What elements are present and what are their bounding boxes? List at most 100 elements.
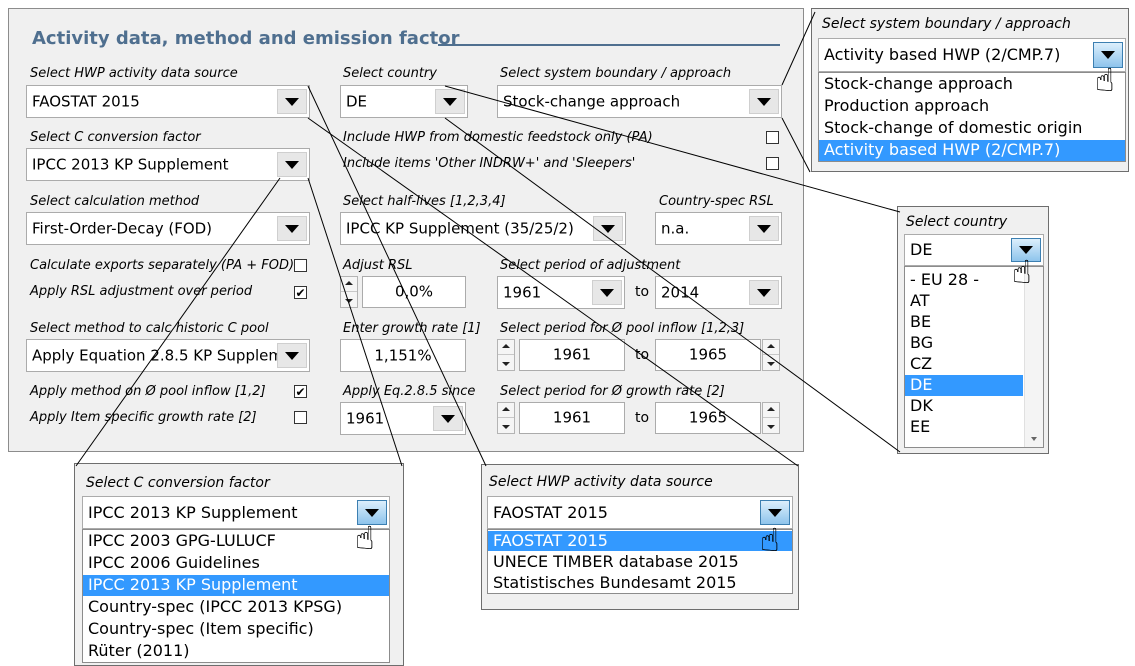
list-item[interactable]: Country-spec (Item specific) [83, 619, 389, 640]
country-label: Select country [343, 66, 437, 81]
period-inflow-to-field[interactable]: 1965 [655, 339, 761, 371]
spin-down-icon[interactable] [763, 355, 779, 370]
list-item[interactable]: Rüter (2011) [83, 641, 389, 662]
exports-separately-checkbox[interactable] [294, 259, 307, 272]
to-label: to [635, 347, 650, 363]
list-item-selected[interactable]: IPCC 2013 KP Supplement [83, 575, 389, 596]
checkmark-icon: ✔ [295, 286, 306, 300]
historic-pool-select[interactable]: Apply Equation 2.8.5 KP Supplem [26, 339, 310, 372]
chevron-down-icon[interactable] [277, 216, 307, 241]
calc-method-select[interactable]: First-Order-Decay (FOD) [26, 212, 310, 245]
half-lives-select[interactable]: IPCC KP Supplement (35/25/2) [340, 212, 626, 245]
rsl-adjustment-checkbox[interactable]: ✔ [294, 286, 307, 299]
hand-pointer-icon: ☝ [1012, 253, 1032, 291]
adjust-rsl-field[interactable]: 0,0% [362, 276, 466, 308]
spin-down-icon[interactable] [498, 418, 514, 433]
boundary-options-list[interactable]: Stock-change approach Production approac… [818, 72, 1126, 162]
country-callout-label: Select country [906, 214, 1008, 230]
period-growth-label: Select period for Ø growth rate [2] [500, 384, 725, 399]
country-rsl-select[interactable]: n.a. [655, 212, 782, 245]
spin-down-icon[interactable] [763, 418, 779, 433]
period-inflow-from-field[interactable]: 1961 [519, 339, 625, 371]
spin-down-icon[interactable] [341, 292, 357, 307]
list-item[interactable]: Production approach [819, 96, 1125, 117]
list-item[interactable]: DK [905, 396, 1043, 417]
country-options-list[interactable]: - EU 28 - AT BE BG CZ DE DK EE [904, 266, 1044, 448]
spin-up-icon[interactable] [498, 340, 514, 355]
chevron-down-icon[interactable] [749, 280, 779, 305]
hwp-source-options-list[interactable]: FAOSTAT 2015 UNECE TIMBER database 2015 … [487, 529, 793, 594]
hwp-source-callout-select[interactable]: FAOSTAT 2015 [487, 496, 793, 529]
item-growth-checkbox[interactable] [294, 411, 307, 424]
list-item[interactable]: BG [905, 333, 1043, 354]
adjust-rsl-label: Adjust RSL [343, 258, 413, 273]
growth-rate-label: Enter growth rate [1] [343, 321, 481, 336]
period-inflow-to-spinner[interactable] [762, 339, 780, 371]
spin-up-icon[interactable] [763, 403, 779, 418]
list-item[interactable]: IPCC 2003 GPG-LULUCF [83, 531, 389, 552]
list-item[interactable]: UNECE TIMBER database 2015 [488, 552, 792, 572]
checkmark-icon: ✔ [295, 385, 306, 399]
list-item[interactable]: EE [905, 417, 1043, 438]
hwp-source-callout-label: Select HWP activity data source [489, 474, 713, 490]
eq-since-select[interactable]: 1961 [340, 402, 466, 435]
c-conversion-callout-select[interactable]: IPCC 2013 KP Supplement [82, 496, 390, 529]
period-growth-from-field[interactable]: 1961 [519, 402, 625, 434]
list-item[interactable]: CZ [905, 354, 1043, 375]
c-conversion-label: Select C conversion factor [30, 130, 201, 145]
chevron-down-icon[interactable] [277, 89, 307, 114]
list-item[interactable]: Stock-change of domestic origin [819, 118, 1125, 139]
period-adjustment-to-select[interactable]: 2014 [655, 276, 782, 309]
boundary-callout-select[interactable]: Activity based HWP (2/CMP.7) [818, 38, 1126, 72]
spin-up-icon[interactable] [498, 403, 514, 418]
country-rsl-label: Country-spec RSL [659, 194, 774, 209]
c-conversion-select[interactable]: IPCC 2013 KP Supplement [26, 148, 310, 181]
chevron-down-icon[interactable] [277, 152, 307, 177]
chevron-down-icon[interactable] [277, 343, 307, 368]
spin-up-icon[interactable] [763, 340, 779, 355]
chevron-down-icon[interactable] [435, 89, 465, 114]
scroll-down-icon[interactable] [1031, 437, 1037, 441]
list-item[interactable]: Country-spec (IPCC 2013 KPSG) [83, 597, 389, 618]
chevron-down-icon[interactable] [749, 89, 779, 114]
method-inflow-checkbox[interactable]: ✔ [294, 385, 307, 398]
period-inflow-label: Select period for Ø pool inflow [1,2,3] [500, 321, 745, 336]
boundary-select[interactable]: Stock-change approach [497, 85, 782, 118]
list-item[interactable]: Stock-change approach [819, 74, 1125, 95]
adjust-rsl-spinner[interactable] [340, 276, 358, 308]
growth-rate-input[interactable]: 1,151% [340, 339, 466, 372]
spin-up-icon[interactable] [341, 277, 357, 292]
list-item[interactable]: BE [905, 312, 1043, 333]
domestic-only-checkbox[interactable] [766, 131, 779, 144]
list-item[interactable]: AT [905, 291, 1043, 312]
period-growth-to-field[interactable]: 1965 [655, 402, 761, 434]
list-item-selected[interactable]: DE [905, 375, 1023, 396]
other-items-checkbox[interactable] [766, 157, 779, 170]
panel-title: Activity data, method and emission facto… [32, 28, 460, 49]
list-item-selected[interactable]: FAOSTAT 2015 [488, 531, 792, 551]
country-select[interactable]: DE [340, 85, 468, 118]
hwp-source-select[interactable]: FAOSTAT 2015 [26, 85, 310, 118]
chevron-down-icon[interactable] [592, 280, 622, 305]
period-adjustment-label: Select period of adjustment [500, 258, 681, 273]
scrollbar[interactable] [1024, 267, 1043, 447]
period-growth-from-spinner[interactable] [497, 402, 515, 434]
item-growth-label: Apply Item specific growth rate [2] [30, 410, 257, 425]
period-adjustment-from-select[interactable]: 1961 [497, 276, 625, 309]
c-conversion-callout-label: Select C conversion factor [86, 475, 270, 491]
boundary-label: Select system boundary / approach [500, 66, 732, 81]
period-inflow-from-spinner[interactable] [497, 339, 515, 371]
other-items-label: Include items 'Other INDRW+' and 'Sleepe… [343, 156, 636, 171]
exports-separately-label: Calculate exports separately (PA + FOD) [30, 258, 295, 273]
c-conversion-options-list[interactable]: IPCC 2003 GPG-LULUCF IPCC 2006 Guideline… [82, 529, 390, 663]
period-growth-to-spinner[interactable] [762, 402, 780, 434]
list-item[interactable]: IPCC 2006 Guidelines [83, 553, 389, 574]
list-item[interactable]: Statistisches Bundesamt 2015 [488, 573, 792, 593]
list-item-selected[interactable]: Activity based HWP (2/CMP.7) [819, 140, 1125, 161]
chevron-down-icon[interactable] [433, 406, 463, 431]
hand-pointer-icon: ☝ [760, 521, 780, 559]
hwp-source-label: Select HWP activity data source [30, 66, 238, 81]
chevron-down-icon[interactable] [593, 216, 623, 241]
spin-down-icon[interactable] [498, 355, 514, 370]
chevron-down-icon[interactable] [749, 216, 779, 241]
